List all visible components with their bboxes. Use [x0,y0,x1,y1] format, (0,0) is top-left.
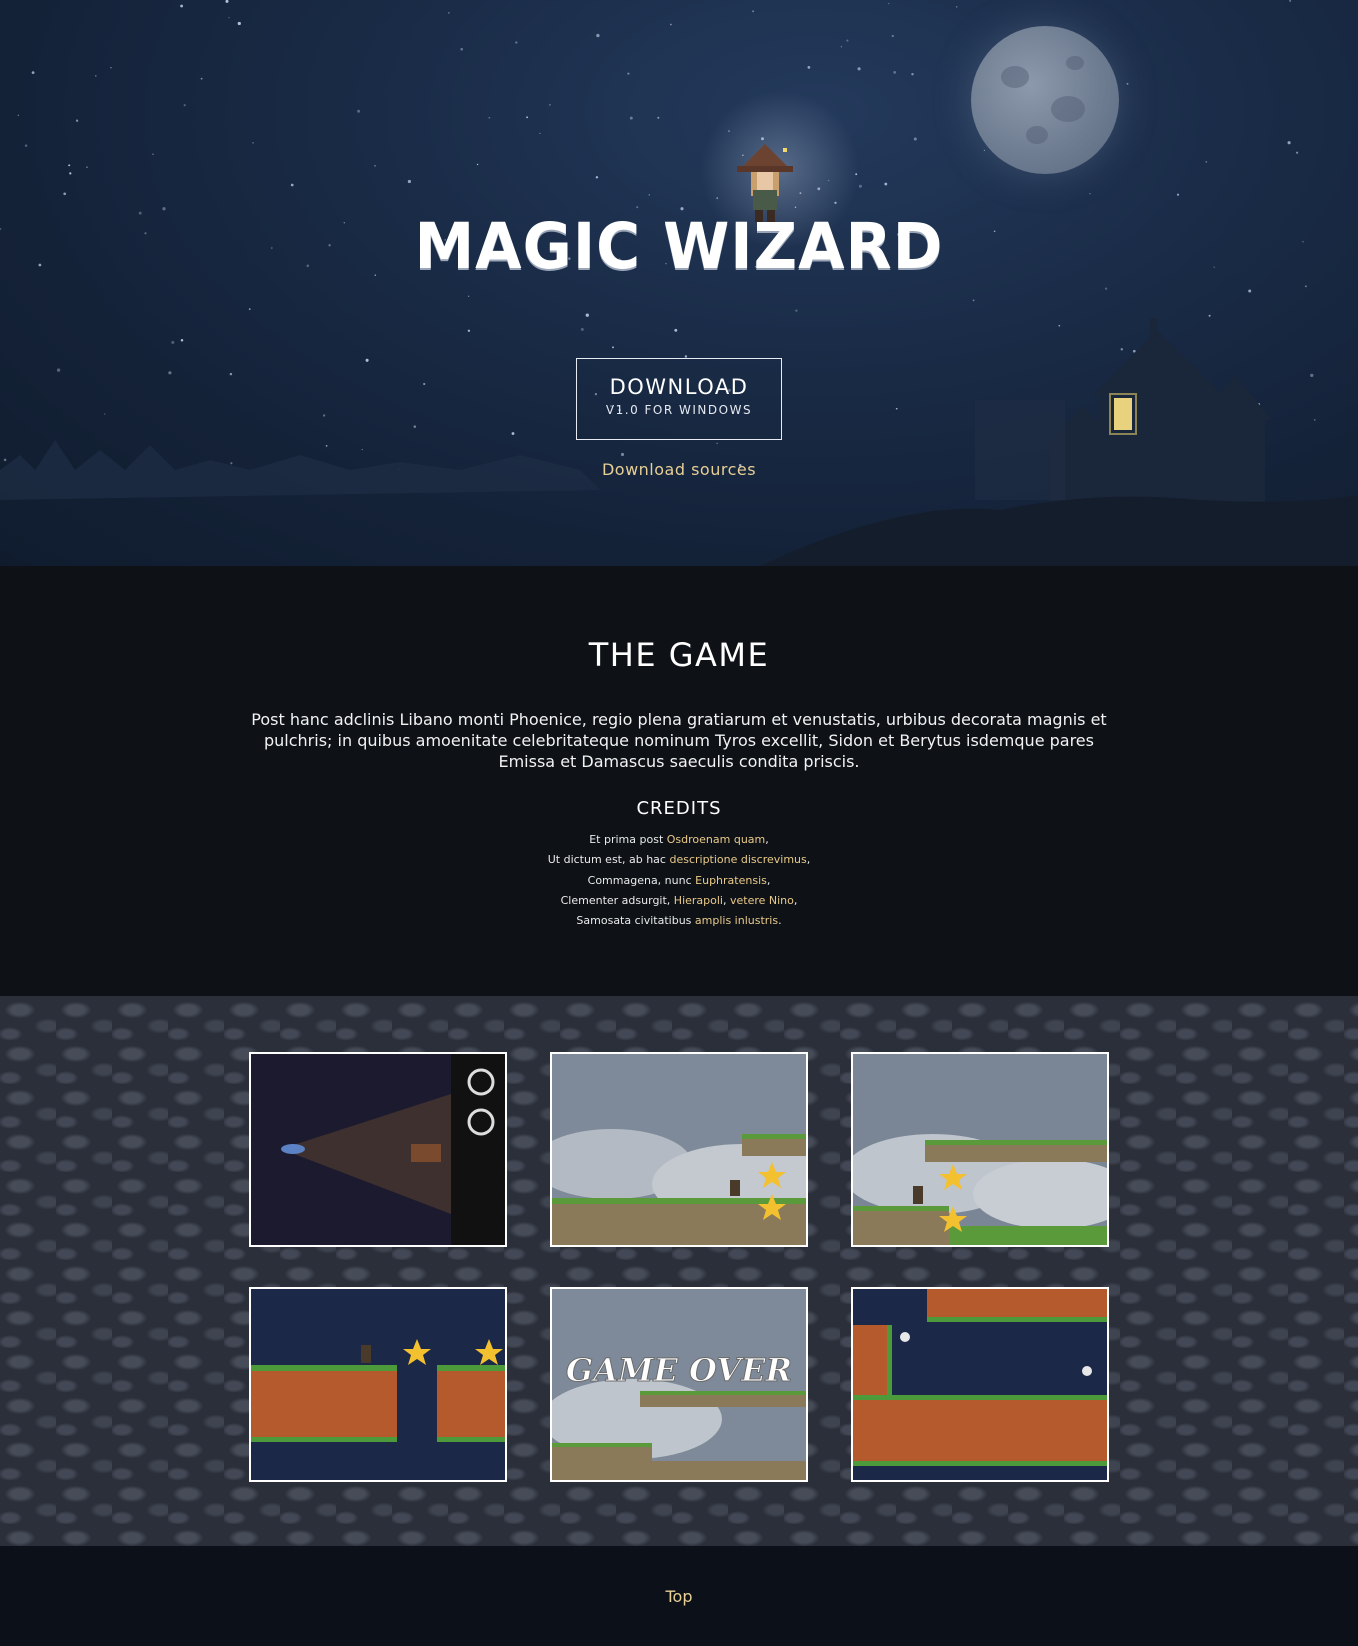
footer: Top [0,1546,1358,1646]
screenshot-thumb-clouds-1[interactable] [550,1052,808,1247]
top-link[interactable]: Top [0,1587,1358,1606]
screenshot-gallery: GAME OVER [0,996,1358,1546]
screenshot-thumb-tv[interactable] [249,1052,507,1247]
credit-link[interactable]: Hierapoli [674,894,723,907]
credit-line: Ut dictum est, ab hac descriptione discr… [547,853,811,867]
screenshot-thumb-clouds-2[interactable] [851,1052,1109,1247]
download-button-label: DOWNLOAD [609,375,749,399]
game-over-text: GAME OVER [566,1351,792,1389]
the-game-section: THE GAME Post hanc adclinis Libano monti… [0,566,1358,996]
credit-line: Commagena, nunc Euphratensis, [587,873,771,887]
game-title: MAGIC WIZARD [414,210,944,284]
credit-link[interactable]: descriptione discrevimus [669,853,806,866]
game-description: Post hanc adclinis Libano monti Phoenice… [251,710,1107,771]
download-button-version: V1.0 FOR WINDOWS [605,403,753,417]
credit-line: Clementer adsurgit, Hierapoli, vetere Ni… [560,893,798,907]
hero-section: MAGIC WIZARD DOWNLOAD V1.0 FOR WINDOWS D… [0,0,1358,566]
credit-link[interactable]: Euphratensis [695,874,767,887]
credit-line: Samosata civitatibus amplis inlustris. [576,914,782,928]
screenshot-thumb-night-dirt[interactable] [249,1287,507,1482]
credits-list: Et prima post Osdroenam quam, Ut dictum … [0,830,1358,931]
section-heading: THE GAME [588,636,770,674]
screenshot-thumb-night-dirt-2[interactable] [851,1287,1109,1482]
download-button[interactable]: DOWNLOAD V1.0 FOR WINDOWS [576,358,782,440]
screenshot-thumb-game-over[interactable]: GAME OVER [550,1287,808,1482]
credit-link[interactable]: Osdroenam quam [667,833,765,846]
download-sources-link[interactable]: Download sources [0,460,1358,479]
credit-link[interactable]: amplis inlustris [695,914,778,927]
credit-link[interactable]: vetere Nino [730,894,794,907]
credits-heading: CREDITS [636,798,722,819]
credit-line: Et prima post Osdroenam quam, [589,833,769,846]
